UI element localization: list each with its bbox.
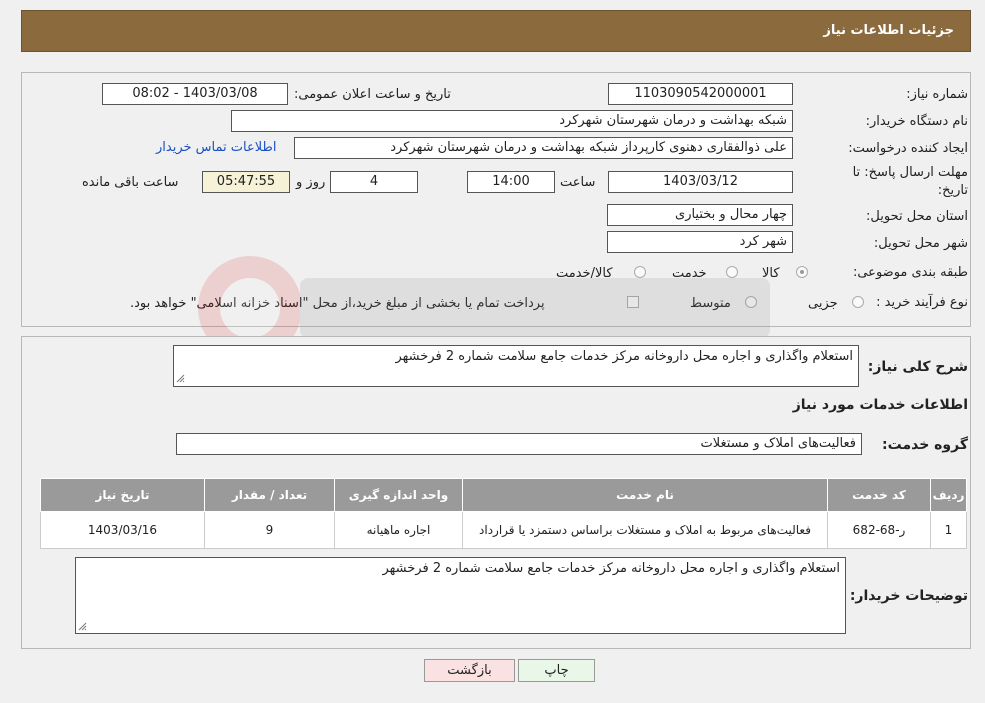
deadline-label: مهلت ارسال پاسخ: تا (852, 165, 968, 180)
city-field: شهر کرد (607, 231, 793, 253)
city-label: شهر محل تحویل: (873, 236, 968, 251)
buyer-org-field: شبکه بهداشت و درمان شهرستان شهرکرد (231, 110, 793, 132)
cell-date: 1403/03/16 (40, 511, 205, 549)
cell-name: فعالیت‌های مربوط به املاک و مستغلات براس… (462, 511, 828, 549)
col-row-header: ردیف (930, 478, 967, 512)
category-radio-service[interactable] (726, 266, 738, 278)
days-label: روز و (296, 175, 326, 190)
process-option-minor: جزیی (808, 296, 838, 311)
requester-label: ایجاد کننده درخواست: (848, 141, 968, 156)
category-option-service: خدمت (672, 266, 707, 281)
buyer-contact-link[interactable]: اطلاعات تماس خریدار (156, 140, 276, 155)
table-row: 1 ر-68-682 فعالیت‌های مربوط به املاک و م… (40, 511, 967, 549)
col-name-header: نام خدمت (462, 478, 828, 512)
summary-textarea[interactable]: استعلام واگذاری و اجاره محل داروخانه مرک… (173, 345, 859, 387)
announce-label: تاریخ و ساعت اعلان عمومی: (294, 87, 451, 102)
services-heading: اطلاعات خدمات مورد نیاز (792, 397, 968, 413)
payment-note: پرداخت تمام یا بخشی از مبلغ خرید،از محل … (130, 296, 545, 311)
days-field: 4 (330, 171, 418, 193)
page-title: جزئیات اطلاعات نیاز (823, 23, 954, 38)
process-radio-medium[interactable] (745, 296, 757, 308)
col-code-header: کد خدمت (827, 478, 931, 512)
process-option-medium: متوسط (690, 296, 731, 311)
category-radio-goods[interactable] (796, 266, 808, 278)
process-radio-minor[interactable] (852, 296, 864, 308)
deadline-label-2: تاریخ: (937, 183, 968, 198)
cell-qty: 9 (204, 511, 335, 549)
need-number-label: شماره نیاز: (906, 87, 968, 102)
buyer-org-label: نام دستگاه خریدار: (865, 114, 968, 129)
province-field: چهار محال و بختیاری (607, 204, 793, 226)
deadline-time-field: 14:00 (467, 171, 555, 193)
col-unit-header: واحد اندازه گیری (334, 478, 463, 512)
service-group-label: گروه خدمت: (882, 437, 968, 453)
time-label: ساعت (560, 175, 596, 190)
service-group-field: فعالیت‌های املاک و مستغلات (176, 433, 862, 455)
province-label: استان محل تحویل: (866, 209, 968, 224)
remaining-label: ساعت باقی مانده (82, 175, 179, 190)
print-button[interactable]: چاپ (518, 659, 595, 682)
remaining-time-field: 05:47:55 (202, 171, 290, 193)
back-button[interactable]: بازگشت (424, 659, 515, 682)
buyer-notes-label: توضیحات خریدار: (849, 588, 968, 604)
cell-code: ر-68-682 (827, 511, 931, 549)
buyer-notes-textarea[interactable]: استعلام واگذاری و اجاره محل داروخانه مرک… (75, 557, 846, 634)
treasury-checkbox[interactable] (627, 296, 639, 308)
category-radio-goods-service[interactable] (634, 266, 646, 278)
category-option-goods: کالا (762, 266, 780, 281)
col-qty-header: تعداد / مقدار (204, 478, 335, 512)
process-label: نوع فرآیند خرید : (876, 295, 968, 310)
cell-unit: اجاره ماهیانه (334, 511, 463, 549)
table-header-row: ردیف کد خدمت نام خدمت واحد اندازه گیری ت… (40, 478, 967, 512)
announce-field: 1403/03/08 - 08:02 (102, 83, 288, 105)
need-number-field: 1103090542000001 (608, 83, 793, 105)
category-option-goods-service: کالا/خدمت (556, 266, 613, 281)
deadline-date-field: 1403/03/12 (608, 171, 793, 193)
category-label: طبقه بندی موضوعی: (852, 265, 968, 280)
summary-label: شرح کلی نیاز: (867, 359, 968, 375)
notes-resize-grip-icon[interactable] (78, 622, 87, 631)
resize-grip-icon[interactable] (176, 374, 185, 383)
col-date-header: تاریخ نیاز (40, 478, 205, 512)
services-table: ردیف کد خدمت نام خدمت واحد اندازه گیری ت… (40, 478, 967, 549)
page-header: جزئیات اطلاعات نیاز (21, 10, 971, 52)
requester-field: علی ذوالفقاری دهنوی کارپرداز شبکه بهداشت… (294, 137, 793, 159)
cell-row: 1 (930, 511, 967, 549)
